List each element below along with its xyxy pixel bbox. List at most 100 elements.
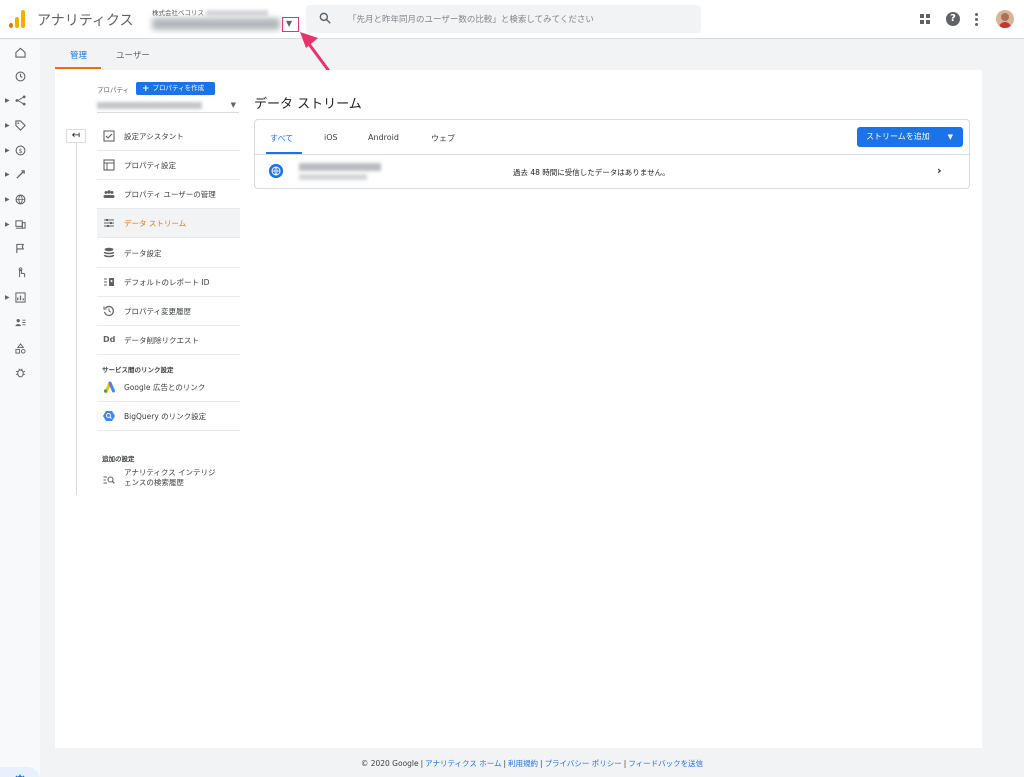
tap-icon: [18, 267, 26, 278]
back-arrow-button[interactable]: ↤: [66, 129, 86, 143]
account-name[interactable]: 株式会社ベコリス: [152, 7, 268, 17]
nav-acquisition[interactable]: ▶: [0, 115, 40, 139]
left-nav-rail: ▶ ▶ ▶ $ ▶ ▶ ▶ ▶ ›: [0, 40, 40, 777]
menu-google-ads-link[interactable]: Google 広告とのリンク: [97, 373, 240, 402]
menu-intelligence-history[interactable]: アナリティクス インテリジ ェンスの検索履歴: [97, 464, 240, 494]
audience-icon: [15, 319, 26, 327]
home-icon: [15, 47, 26, 58]
nav-configure[interactable]: [0, 338, 40, 362]
redacted-stream-url: [299, 174, 367, 180]
page-title: データ ストリーム: [254, 97, 362, 112]
add-stream-button[interactable]: ストリームを追加 ▼: [857, 127, 963, 147]
column-divider: [76, 143, 77, 495]
nav-debug[interactable]: [0, 362, 40, 386]
tab-user[interactable]: ユーザー: [116, 49, 150, 61]
people-icon: [103, 190, 115, 198]
divider: [255, 154, 969, 155]
tab-android[interactable]: Android: [368, 133, 399, 142]
globe-icon: [269, 164, 283, 178]
menu-data-streams[interactable]: データ ストリーム: [97, 209, 240, 238]
expand-caret-icon: ▶: [5, 147, 10, 154]
plus-icon: +: [142, 84, 150, 94]
redacted-property-selector: [97, 102, 202, 109]
redacted-stream-name: [299, 163, 381, 171]
avatar[interactable]: [996, 10, 1014, 28]
admin-tabs: 管理 ユーザー: [40, 40, 1024, 70]
nav-lifecycle[interactable]: ▶: [0, 90, 40, 114]
nav-home[interactable]: [0, 42, 40, 66]
nav-demographics[interactable]: ▶: [0, 189, 40, 213]
nav-realtime[interactable]: [0, 66, 40, 90]
menu-default-report-id[interactable]: デフォルトのレポート ID: [97, 268, 240, 297]
footer: © 2020 Google | アナリティクス ホーム | 利用規約 | プライバシー ポリ…: [360, 759, 704, 768]
expand-caret-icon: ▶: [5, 221, 10, 228]
property-switcher-dropdown[interactable]: ▼: [282, 17, 299, 32]
search-icon: [319, 12, 331, 24]
tab-all[interactable]: すべて: [270, 133, 293, 144]
nav-monetization[interactable]: ▶ $: [0, 140, 40, 164]
expand-caret-icon: ▶: [5, 122, 10, 129]
create-property-button[interactable]: + プロパティを作成: [136, 82, 215, 95]
back-arrow-icon: ↤: [71, 130, 81, 141]
menu-property-settings[interactable]: プロパティ設定: [97, 151, 240, 180]
nav-tech[interactable]: ▶: [0, 214, 40, 238]
clock-icon: [15, 71, 26, 82]
dollar-icon: $: [15, 145, 26, 156]
search-bar[interactable]: 「先月と昨年同月のユーザー数の比較」と検索してみてください: [306, 5, 701, 33]
history-icon: [103, 305, 114, 316]
property-label: プロパティ: [97, 86, 130, 94]
redacted-property-name[interactable]: [152, 18, 280, 30]
nav-analysis[interactable]: ▶: [0, 287, 40, 311]
streams-card: すべて iOS Android ウェブ ストリームを追加 ▼ 過去 48 時間に…: [254, 119, 970, 189]
window-icon: [103, 159, 115, 171]
menu-data-settings[interactable]: データ設定: [97, 239, 240, 268]
footer-link-terms[interactable]: 利用規約: [508, 759, 538, 768]
globe-icon: [15, 194, 26, 205]
footer-link-feedback[interactable]: フィードバックを送信: [628, 759, 703, 768]
analytics-logo-icon[interactable]: [9, 10, 25, 28]
analysis-icon: [15, 292, 26, 303]
tab-admin[interactable]: 管理: [70, 49, 87, 61]
footer-link-privacy[interactable]: プライバシー ポリシー: [545, 759, 622, 768]
devices-icon: [15, 220, 26, 229]
flow-icon: [15, 95, 26, 106]
nav-engagement[interactable]: ▶: [0, 164, 40, 188]
google-ads-icon: [103, 381, 115, 393]
dropdown-arrow-icon: ▼: [947, 133, 953, 141]
expand-caret-icon: ▶: [5, 97, 10, 104]
menu-data-deletion[interactable]: Dd データ削除リクエスト: [97, 326, 240, 355]
database-icon: [103, 247, 115, 258]
data-deletion-icon: Dd: [103, 335, 116, 344]
expand-caret-icon: ▶: [5, 171, 10, 178]
copyright: © 2020 Google: [360, 759, 419, 768]
flag-icon: [16, 243, 25, 254]
nav-conversions[interactable]: [0, 262, 40, 286]
expand-caret-icon: ▶: [5, 196, 10, 203]
menu-change-history[interactable]: プロパティ変更履歴: [97, 297, 240, 326]
app-title: アナリティクス: [37, 13, 134, 29]
property-selector[interactable]: ▼: [97, 100, 239, 113]
tab-ios[interactable]: iOS: [324, 133, 338, 142]
nav-events[interactable]: [0, 238, 40, 262]
dropdown-arrow-icon: ▼: [286, 19, 293, 28]
help-icon[interactable]: ?: [946, 12, 960, 26]
active-tab-indicator: [55, 67, 101, 69]
menu-bigquery-link[interactable]: BigQuery のリンク設定: [97, 402, 240, 431]
more-vert-icon[interactable]: [975, 13, 979, 27]
footer-link-home[interactable]: アナリティクス ホーム: [425, 759, 501, 768]
expand-caret-icon: ▶: [5, 294, 10, 301]
nav-audiences[interactable]: [0, 312, 40, 336]
shapes-icon: [15, 343, 26, 354]
top-bar: アナリティクス 株式会社ベコリス ▼ 「先月と昨年同月のユーザー数の比較」と検索…: [0, 0, 1024, 39]
chevron-right-icon[interactable]: ›: [937, 164, 942, 177]
chevron-down-icon: ▼: [230, 101, 236, 109]
apps-grid-icon[interactable]: [920, 14, 930, 24]
streams-icon: [104, 219, 114, 227]
menu-setup-assistant[interactable]: 設定アシスタント: [97, 122, 240, 151]
tab-web[interactable]: ウェブ: [431, 133, 455, 144]
bug-icon: [15, 368, 26, 378]
stream-status: 過去 48 時間に受信したデータはありません。: [513, 168, 670, 177]
touch-icon: [16, 170, 25, 179]
menu-property-users[interactable]: プロパティ ユーザーの管理: [97, 180, 240, 209]
search-history-icon: [103, 476, 115, 484]
